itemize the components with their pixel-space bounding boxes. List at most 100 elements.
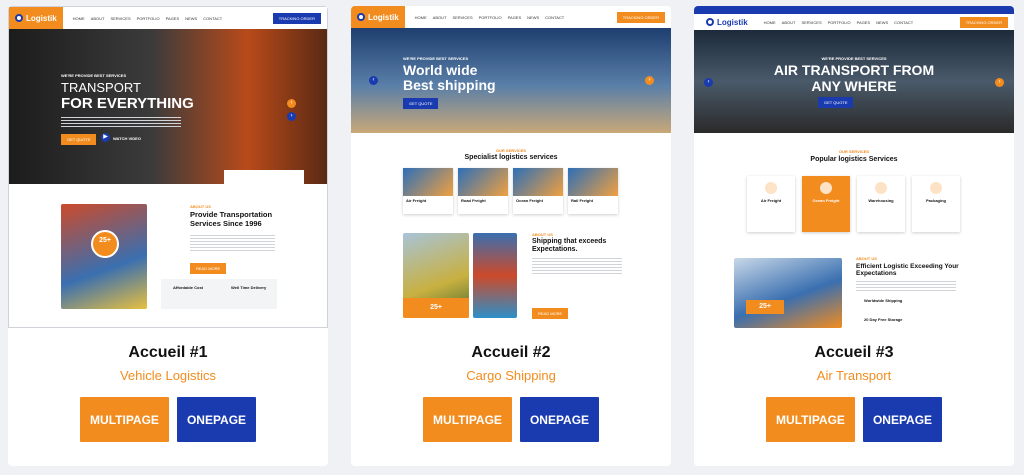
- experience-badge: 25+: [746, 300, 784, 314]
- logo-text: Logistik: [26, 13, 57, 23]
- quote-button: TRACKING ORDER: [616, 11, 665, 23]
- hero-text: [61, 117, 181, 129]
- about-text: [190, 235, 275, 253]
- service-card: Air Freight: [747, 176, 795, 232]
- card-subtitle: Cargo Shipping: [466, 368, 556, 383]
- onepage-button[interactable]: ONEPAGE: [863, 397, 942, 442]
- ship-photo: [473, 233, 517, 318]
- slider-next-icon: ›: [995, 78, 1004, 87]
- quote-button: TRACKING ORDER: [959, 16, 1008, 28]
- multipage-button[interactable]: MULTIPAGE: [766, 397, 855, 442]
- service-card: Road Freight: [458, 168, 508, 214]
- nav-item: PORTFOLIO: [136, 15, 160, 21]
- demo-card-1: Logistik HOME ABOUT SERVICES PORTFOLIO PAGES…: [8, 6, 328, 466]
- demo-card-3: Logistik HOME ABOUT SERVICES PORTFOLIO PAGES…: [694, 6, 1014, 466]
- hero-title-line2: FOR EVERYTHING: [61, 95, 194, 112]
- service-card: Rail Freight: [568, 168, 618, 214]
- services-title: Specialist logistics services: [464, 154, 558, 161]
- hero-title-line2: Best shipping: [403, 77, 496, 93]
- nav-item: CONTACT: [545, 14, 565, 20]
- nav-item: NEWS: [527, 14, 540, 20]
- logo-icon: [15, 14, 23, 22]
- about-text: [532, 258, 622, 276]
- feature-box: Affordable Cost Well Time Delivery: [161, 279, 277, 309]
- about-title: Efficient Logistic Exceeding Your Expect…: [856, 263, 959, 278]
- preview-nav: HOME ABOUT SERVICES PORTFOLIO PAGES NEWS CONTA…: [764, 20, 914, 25]
- about-tag: ABOUT US: [532, 232, 553, 237]
- feature-label: Affordable Cost: [173, 285, 203, 290]
- hero-title-line1: TRANSPORT: [61, 80, 141, 95]
- service-card: Ocean Freight: [802, 176, 850, 232]
- demo-preview-2[interactable]: Logistik HOME ABOUT SERVICES PORTFOLIO PAGES…: [351, 6, 671, 328]
- demo-preview-3[interactable]: Logistik HOME ABOUT SERVICES PORTFOLIO PAGES…: [694, 6, 1014, 328]
- play-icon: ▶: [101, 133, 110, 142]
- nav-item: HOME: [763, 19, 776, 25]
- nav-item: ABOUT: [781, 19, 796, 25]
- preview-hero: WE'RE PROVIDE BEST SERVICES TRANSPORT FO…: [9, 29, 327, 184]
- service-card: Packaging: [912, 176, 960, 232]
- card-subtitle: Air Transport: [816, 368, 892, 383]
- services-tag: OUR SERVICES: [495, 148, 527, 153]
- hero-quote-button: GET QUOTE: [818, 97, 854, 108]
- card-title: Accueil #1: [128, 344, 208, 361]
- about-tag: ABOUT US: [190, 204, 211, 209]
- services-tag: OUR SERVICES: [838, 149, 870, 154]
- nav-item: PORTFOLIO: [478, 14, 502, 20]
- nav-item: HOME: [72, 15, 85, 21]
- service-card: Ocean Freight: [513, 168, 563, 214]
- slider-next-icon: ›: [645, 76, 654, 85]
- services-title: Popular logistics Services: [810, 156, 898, 163]
- slider-next-icon: ›: [287, 112, 296, 121]
- preview-nav: HOME ABOUT SERVICES PORTFOLIO PAGES NEWS CONTA…: [73, 16, 223, 21]
- card-title: Accueil #2: [471, 344, 551, 361]
- logo-icon: [357, 13, 365, 21]
- demo-card-2: Logistik HOME ABOUT SERVICES PORTFOLIO PAGES…: [351, 6, 671, 466]
- about-button: READ MORE: [190, 263, 227, 274]
- onepage-button[interactable]: ONEPAGE: [177, 397, 256, 442]
- nav-item: ABOUT: [432, 14, 447, 20]
- nav-item: CONTACT: [203, 15, 223, 21]
- feature-label: 20 Day Free Storage: [864, 317, 903, 322]
- logo: Logistik: [700, 14, 754, 30]
- experience-badge: 25+: [403, 298, 469, 318]
- hero-tag: WE'RE PROVIDE BEST SERVICES: [403, 56, 469, 61]
- hero-tag: WE'RE PROVIDE BEST SERVICES: [61, 73, 127, 78]
- about-text: [856, 281, 956, 293]
- hero-title-line1: World wide: [403, 62, 478, 78]
- multipage-button[interactable]: MULTIPAGE: [80, 397, 169, 442]
- nav-item: CONTACT: [894, 19, 914, 25]
- about-title: Provide Transportation Services Since 19…: [190, 210, 273, 228]
- card-subtitle: Vehicle Logistics: [119, 368, 217, 383]
- service-card: Air Freight: [403, 168, 453, 214]
- preview-topbar: [694, 6, 1014, 14]
- about-button: READ MORE: [532, 308, 569, 319]
- nav-item: SERVICES: [452, 14, 473, 20]
- preview-nav: HOME ABOUT SERVICES PORTFOLIO PAGES NEWS CONTA…: [415, 15, 565, 20]
- nav-item: HOME: [414, 14, 427, 20]
- nav-item: NEWS: [876, 19, 889, 25]
- about-photo: 25+: [734, 258, 842, 328]
- onepage-button[interactable]: ONEPAGE: [520, 397, 599, 442]
- nav-item: PAGES: [165, 15, 180, 21]
- multipage-button[interactable]: MULTIPAGE: [423, 397, 512, 442]
- video-label: WATCH VIDEO: [113, 136, 141, 141]
- hero-quote-button: GET QUOTE: [61, 134, 97, 145]
- service-card: Warehousing: [857, 176, 905, 232]
- logo-icon: [706, 18, 714, 26]
- logo: Logistik: [351, 6, 405, 28]
- feature-label: Worldwide Shipping: [864, 298, 903, 303]
- nav-item: ABOUT: [90, 15, 105, 21]
- hero-title-line2: ANY WHERE: [811, 78, 897, 94]
- preview-hero: WE'RE PROVIDE BEST SERVICES AIR TRANSPOR…: [694, 30, 1014, 133]
- about-title: Shipping that exceeds Expectations.: [532, 238, 607, 254]
- preview-header: Logistik HOME ABOUT SERVICES PORTFOLIO PAGES…: [9, 7, 327, 29]
- card-title: Accueil #3: [814, 344, 894, 361]
- logo-text: Logistik: [717, 17, 748, 27]
- demo-preview-1[interactable]: Logistik HOME ABOUT SERVICES PORTFOLIO PAGES…: [8, 6, 328, 328]
- nav-item: PAGES: [507, 14, 522, 20]
- slider-prev-icon: ‹: [369, 76, 378, 85]
- preview-header: Logistik HOME ABOUT SERVICES PORTFOLIO PAGES…: [694, 14, 1014, 30]
- slider-prev-icon: ‹: [287, 99, 296, 108]
- hero-quote-button: GET QUOTE: [403, 98, 439, 109]
- slider-prev-icon: ‹: [704, 78, 713, 87]
